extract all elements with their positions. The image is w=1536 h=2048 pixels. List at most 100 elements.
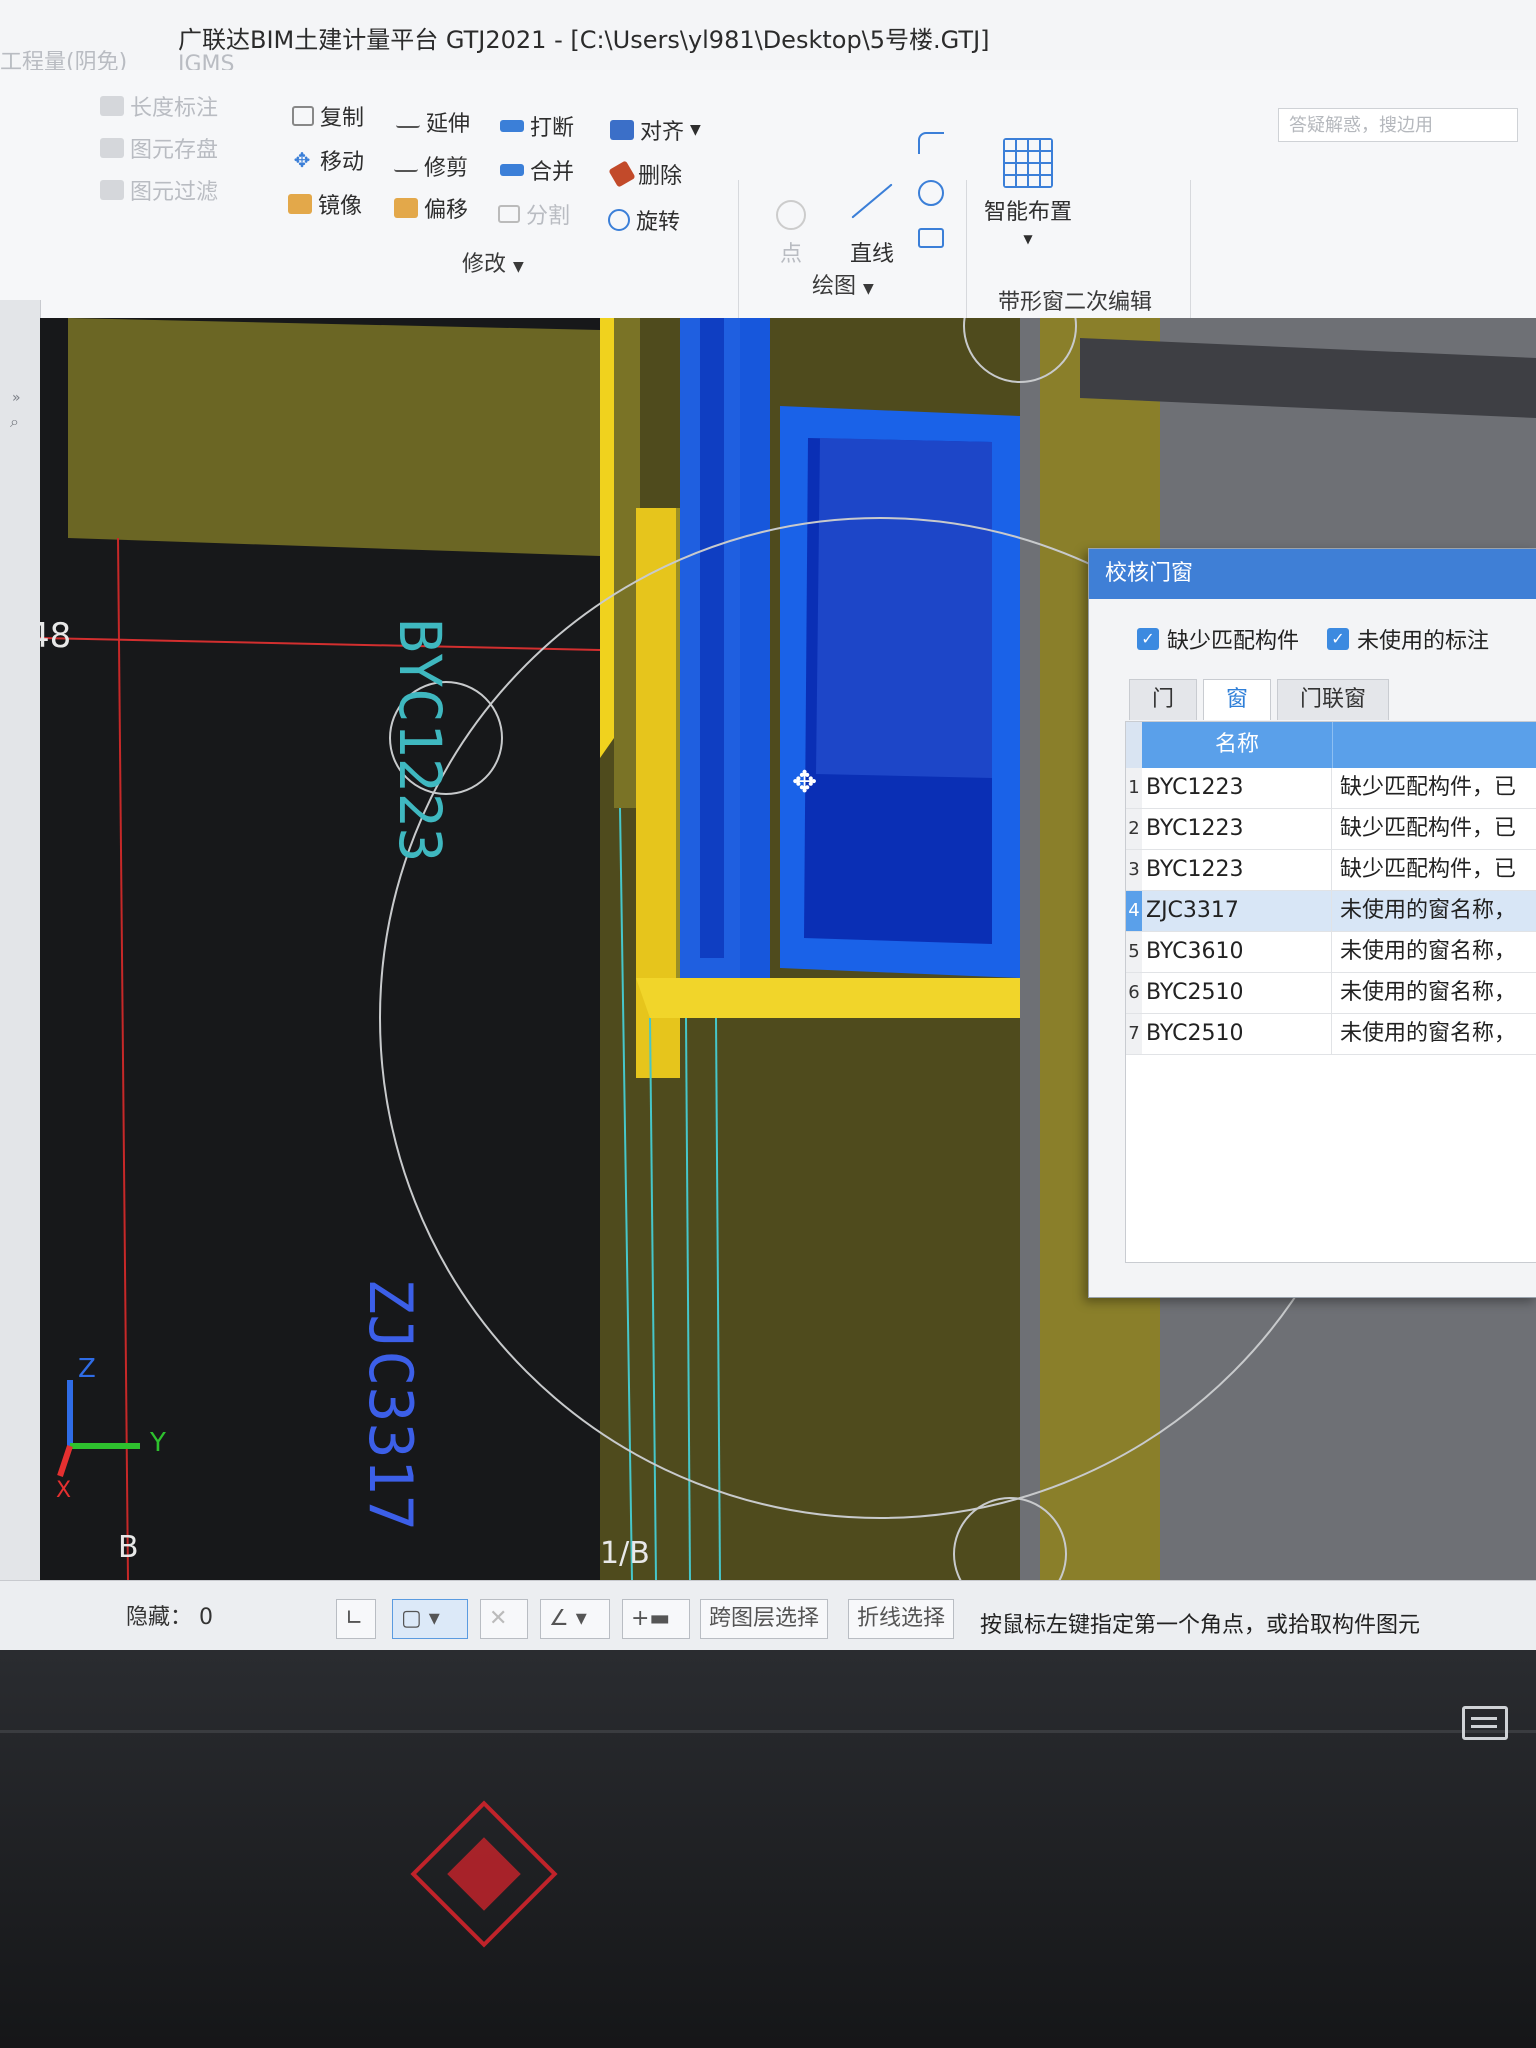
move-button[interactable]: ✥ 移动: [290, 144, 364, 176]
search-input[interactable]: 答疑解惑，搜边用: [1278, 108, 1518, 142]
trim-icon: [394, 160, 418, 172]
strip-window-group-label: 带形窗二次编辑: [998, 290, 1153, 315]
table-row[interactable]: 7 BYC2510 未使用的窗名称，: [1126, 1014, 1536, 1055]
unused-label-checkbox[interactable]: ✓ 未使用的标注: [1327, 623, 1489, 655]
axis-label-48: 48: [40, 616, 72, 656]
search-icon[interactable]: ⌕: [10, 412, 19, 432]
row-index: 5: [1126, 932, 1142, 972]
table-row[interactable]: 1 BYC1223 缺少匹配构件，已: [1126, 768, 1536, 809]
box-select-icon: ▢ ▾: [401, 1606, 440, 1631]
mirror-button[interactable]: 镜像: [288, 188, 362, 220]
point-button[interactable]: 点: [776, 200, 806, 268]
save-element-button[interactable]: 图元存盘: [100, 132, 218, 164]
x-axis-arrow: [57, 1445, 73, 1477]
hidden-count: 隐藏： 0: [126, 1605, 214, 1630]
line-button[interactable]: 直线: [846, 183, 898, 268]
move-cursor-icon: ✥: [792, 765, 817, 800]
cell-name[interactable]: BYC2510: [1142, 973, 1332, 1013]
check-doors-windows-dialog[interactable]: 校核门窗 ✓ 缺少匹配构件 ✓ 未使用的标注 门 窗 门联窗 名称 1 BYC1223…: [1088, 548, 1536, 1298]
tab-door-window[interactable]: 门联窗: [1277, 679, 1390, 720]
table-row[interactable]: 2 BYC1223 缺少匹配构件，已: [1126, 809, 1536, 850]
polyline-select-button[interactable]: 折线选择: [848, 1599, 955, 1639]
offset-icon: [394, 198, 418, 218]
chevron-down-icon: ▼: [1023, 232, 1033, 246]
ribbon: 长度标注 图元存盘 图元过滤 复制 延伸 打断 对齐 ▼ ✥ 移动 修剪 合并 删除…: [0, 70, 1536, 370]
box-select-toggle[interactable]: ▢ ▾: [392, 1599, 468, 1639]
table-row[interactable]: 3 BYC1223 缺少匹配构件，已: [1126, 850, 1536, 891]
rotate-button[interactable]: 旋转: [608, 204, 680, 236]
table-row[interactable]: 4 ZJC3317 未使用的窗名称，: [1126, 891, 1536, 932]
cell-description[interactable]: 未使用的窗名称，: [1332, 891, 1536, 931]
row-index: 4: [1126, 891, 1142, 931]
align-button[interactable]: 对齐 ▼: [610, 114, 701, 146]
orthogonal-toggle[interactable]: ∟: [336, 1599, 376, 1639]
tab-window[interactable]: 窗: [1203, 679, 1272, 720]
row-index: 1: [1126, 768, 1142, 808]
column-header-description[interactable]: [1332, 722, 1536, 768]
bezel-edge: [0, 1730, 1536, 1733]
cell-description[interactable]: 未使用的窗名称，: [1332, 973, 1536, 1013]
cross-toggle[interactable]: ✕: [480, 1599, 528, 1639]
cell-description[interactable]: 未使用的窗名称，: [1332, 932, 1536, 972]
monitor-screen: 广联达BIM土建计量平台 GTJ2021 - [C:\Users\yl981\D…: [0, 0, 1536, 1700]
smart-layout-icon: [1003, 138, 1053, 188]
snap-toggle[interactable]: +▬ ▾: [622, 1599, 690, 1669]
cross-layer-select-button[interactable]: 跨图层选择: [700, 1599, 829, 1639]
cell-name[interactable]: BYC1223: [1142, 809, 1332, 849]
gizmo-x-label: X: [56, 1478, 72, 1503]
checkbox-checked-icon: ✓: [1137, 628, 1159, 650]
merge-button[interactable]: 合并: [500, 154, 574, 186]
cell-description[interactable]: 缺少匹配构件，已: [1332, 809, 1536, 849]
window-mullion-right: [740, 318, 770, 978]
split-button[interactable]: 分割: [498, 198, 570, 230]
angle-toggle[interactable]: ∠ ▾: [540, 1599, 610, 1639]
column-header-name[interactable]: 名称: [1142, 722, 1332, 768]
status-hint: 按鼠标左键指定第一个角点，或拾取构件图元: [980, 1613, 1421, 1638]
cell-name[interactable]: BYC3610: [1142, 932, 1332, 972]
offset-button[interactable]: 偏移: [394, 192, 468, 224]
arc-button[interactable]: [918, 132, 944, 154]
break-button[interactable]: 打断: [500, 110, 574, 142]
delete-button[interactable]: 删除: [608, 158, 682, 190]
extend-button[interactable]: 延伸: [396, 106, 470, 138]
wall-olive-left: [68, 318, 600, 556]
cell-name[interactable]: BYC1223: [1142, 768, 1332, 808]
gizmo-z-label: Z: [78, 1354, 96, 1384]
cell-name[interactable]: BYC2510: [1142, 1014, 1332, 1054]
cell-name[interactable]: ZJC3317: [1142, 891, 1332, 931]
missing-component-checkbox[interactable]: ✓ 缺少匹配构件: [1137, 623, 1299, 655]
split-icon: [498, 205, 520, 223]
axis-label-1b: 1/B: [600, 1536, 650, 1571]
angle-icon: ∠ ▾: [549, 1606, 587, 1631]
rectangle-button[interactable]: [918, 228, 944, 248]
cad-text-zjc3317: ZJC3317: [355, 1278, 425, 1531]
table-row[interactable]: 6 BYC2510 未使用的窗名称，: [1126, 973, 1536, 1014]
merge-icon: [500, 164, 524, 176]
row-index: 7: [1126, 1014, 1142, 1054]
dimension-button[interactable]: 长度标注: [100, 90, 218, 122]
trim-button[interactable]: 修剪: [394, 150, 468, 182]
cell-description[interactable]: 缺少匹配构件，已: [1332, 850, 1536, 890]
copy-button[interactable]: 复制: [292, 100, 364, 132]
rectangle-icon: [918, 228, 944, 248]
axis-label-b: B: [118, 1530, 139, 1565]
chevron-right-icon[interactable]: »: [12, 390, 21, 406]
chevron-down-icon: ▼: [690, 122, 701, 138]
axis-line-b: [117, 537, 129, 1580]
cell-description[interactable]: 缺少匹配构件，已: [1332, 768, 1536, 808]
circle-button[interactable]: [918, 180, 944, 206]
yellow-strip-top: [600, 318, 614, 758]
cell-name[interactable]: BYC1223: [1142, 850, 1332, 890]
modify-group-label[interactable]: 修改 ▼: [462, 246, 524, 278]
cell-description[interactable]: 未使用的窗名称，: [1332, 1014, 1536, 1054]
left-dock-panel[interactable]: ⌕ »: [0, 300, 41, 1580]
table-row[interactable]: 5 BYC3610 未使用的窗名称，: [1126, 932, 1536, 973]
draw-group-label[interactable]: 绘图 ▼: [812, 268, 874, 300]
extend-icon: [396, 116, 420, 128]
filter-element-button[interactable]: 图元过滤: [100, 174, 218, 206]
tab-door[interactable]: 门: [1129, 679, 1198, 720]
align-icon: [610, 120, 634, 140]
window-glass-upper: [816, 438, 992, 778]
monitor-menu-icon: [1462, 1706, 1508, 1740]
smart-layout-button[interactable]: 智能布置 ▼: [984, 138, 1072, 246]
